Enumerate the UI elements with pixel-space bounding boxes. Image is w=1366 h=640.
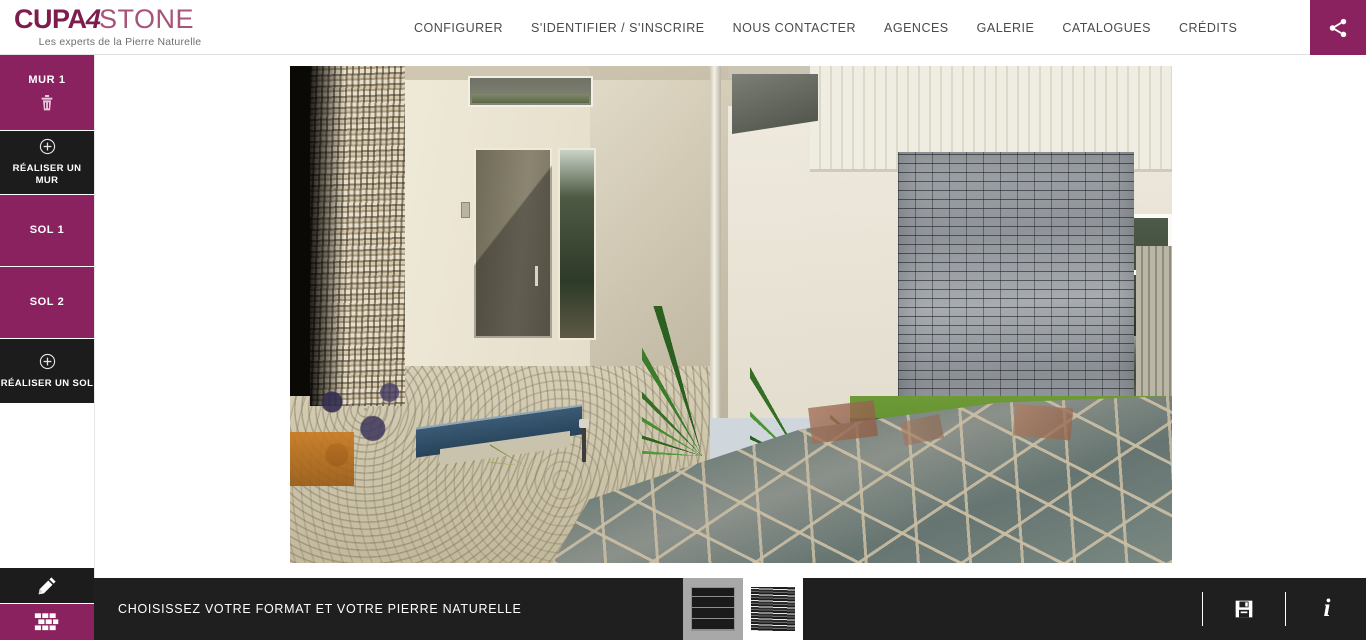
pencil-tool-button[interactable] — [0, 568, 94, 604]
sidebar-item-label: MUR 1 — [28, 73, 66, 86]
door-sidelight — [558, 148, 596, 340]
pencil-icon — [38, 576, 56, 594]
logo-tagline: Les experts de la Pierre Naturelle — [38, 36, 202, 48]
info-icon: i — [1323, 595, 1331, 622]
orange-shrub — [290, 432, 354, 486]
yucca-plant — [642, 306, 762, 456]
save-button[interactable] — [1229, 594, 1259, 624]
material-thumbnails — [683, 578, 803, 640]
nav-item-galerie[interactable]: GALERIE — [963, 21, 1049, 35]
sidebar-item-label: SOL 2 — [29, 296, 65, 308]
nav-item-identifier[interactable]: S'IDENTIFIER / S'INSCRIRE — [517, 21, 719, 35]
logo-text-stone: STONE — [99, 4, 195, 34]
sidebar-item-realiser-un-sol[interactable]: RÉALISER UN SOL — [0, 339, 94, 404]
sidebar-item-label: SOL 1 — [29, 224, 65, 236]
plus-circle-icon — [39, 353, 55, 369]
app-header: CUPA4STONE Les experts de la Pierre Natu… — [0, 0, 1366, 55]
sidebar-item-label: RÉALISER UN SOL — [0, 377, 94, 389]
door-shadow — [474, 148, 552, 338]
tool-column — [0, 568, 94, 640]
thumbnail-stone-texture[interactable] — [743, 578, 803, 640]
logo-wordmark: CUPA4STONE — [14, 4, 210, 34]
floppy-save-icon — [1235, 600, 1253, 618]
share-button[interactable] — [1310, 0, 1366, 55]
divider — [1285, 592, 1286, 626]
trash-icon[interactable] — [39, 94, 55, 112]
stone-column — [310, 66, 405, 406]
layers-sidebar: MUR 1 RÉALISER UN MUR SOL 1 SOL 2 RÉALIS… — [0, 55, 94, 580]
nav-item-configurer[interactable]: CONFIGURER — [400, 21, 517, 35]
toolbar-actions: i — [1176, 578, 1366, 640]
transom-window — [468, 76, 593, 107]
sidebar-item-mur-1[interactable]: MUR 1 — [0, 55, 94, 131]
garden-lamp — [579, 419, 589, 462]
paving-accent-stone — [1012, 403, 1074, 441]
sidebar-item-sol-2[interactable]: SOL 2 — [0, 267, 94, 339]
plus-circle-icon — [39, 138, 55, 155]
main-navigation: CONFIGURER S'IDENTIFIER / S'INSCRIRE NOU… — [400, 0, 1251, 55]
sidebar-item-sol-1[interactable]: SOL 1 — [0, 195, 94, 267]
stone-thumbnail-icon — [751, 587, 795, 631]
grid-thumbnail-icon — [691, 587, 735, 631]
nav-item-catalogues[interactable]: CATALOGUES — [1048, 21, 1165, 35]
share-icon — [1329, 18, 1347, 37]
brand-logo[interactable]: CUPA4STONE Les experts de la Pierre Natu… — [14, 4, 210, 50]
toolbar-title: CHOISISSEZ VOTRE FORMAT ET VOTRE PIERRE … — [118, 602, 522, 616]
nav-item-agences[interactable]: AGENCES — [870, 21, 963, 35]
thumbnail-format-grid[interactable] — [683, 578, 743, 640]
door-handle — [535, 266, 538, 286]
nav-item-contacter[interactable]: NOUS CONTACTER — [719, 21, 870, 35]
divider — [1202, 592, 1203, 626]
sidebar-item-realiser-un-mur[interactable]: RÉALISER UN MUR — [0, 131, 94, 195]
intercom-panel — [461, 202, 470, 218]
logo-text-cupa: CUPA — [14, 4, 87, 34]
brick-icon — [34, 613, 59, 631]
info-button[interactable]: i — [1312, 594, 1342, 624]
sidebar-item-label: RÉALISER UN MUR — [12, 163, 82, 186]
nav-item-credits[interactable]: CRÉDITS — [1165, 21, 1251, 35]
brick-tool-button[interactable] — [0, 604, 94, 640]
ornamental-grass — [490, 396, 560, 466]
configurator-canvas — [94, 55, 1366, 578]
stone-wall-mur-1[interactable] — [898, 152, 1134, 425]
preview-image[interactable] — [290, 66, 1172, 563]
bottom-toolbar: CHOISISSEZ VOTRE FORMAT ET VOTRE PIERRE … — [0, 578, 1366, 640]
